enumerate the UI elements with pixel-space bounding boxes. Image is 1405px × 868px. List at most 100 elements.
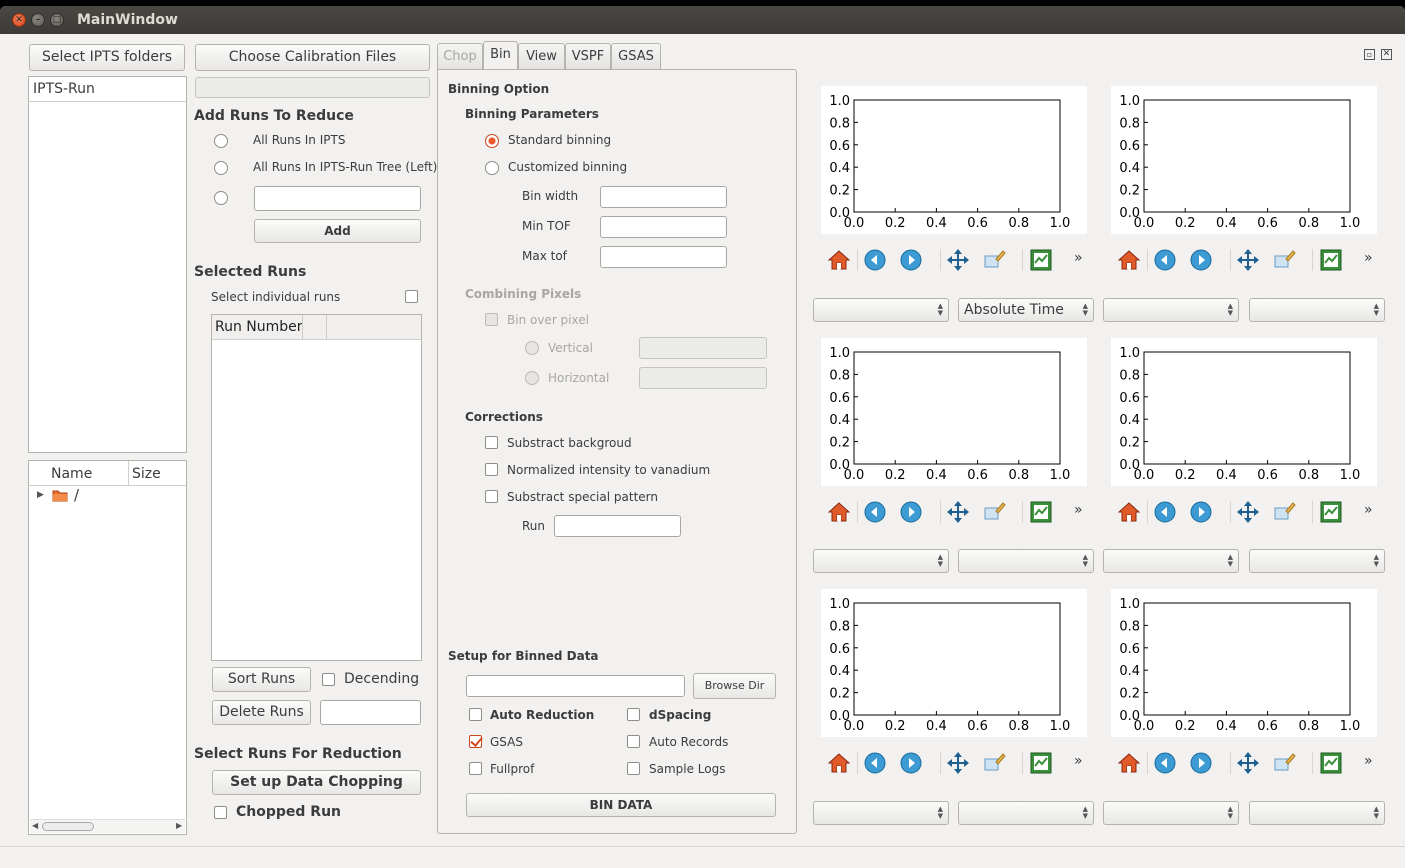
close-window-button[interactable]: ✕ [12, 13, 26, 27]
radio-all-ipts[interactable] [214, 134, 228, 148]
setup-chopping-button[interactable]: Set up Data Chopping [212, 770, 421, 795]
selected-runs-table[interactable]: Run Number [211, 314, 422, 661]
radio-customized-binning[interactable] [485, 161, 499, 175]
back-icon[interactable] [1153, 500, 1177, 524]
home-icon[interactable] [1117, 500, 1141, 524]
delete-runs-input[interactable] [320, 700, 421, 725]
radio-run-input[interactable] [214, 191, 228, 205]
tab-vspf[interactable]: VSPF [565, 43, 611, 70]
forward-icon[interactable] [899, 248, 923, 272]
pan-icon[interactable] [946, 248, 970, 272]
sort-runs-button[interactable]: Sort Runs [212, 667, 311, 692]
save-figure-icon[interactable] [1029, 751, 1053, 775]
plot-select-1-1[interactable]: ▲ ▼ [813, 298, 949, 322]
browse-dir-button[interactable]: Browse Dir [693, 673, 776, 699]
fs-root-item[interactable]: / [74, 486, 79, 504]
zoom-icon[interactable] [1272, 500, 1296, 524]
pan-icon[interactable] [1236, 500, 1260, 524]
back-icon[interactable] [1153, 751, 1177, 775]
pan-icon[interactable] [946, 751, 970, 775]
norm-van-checkbox[interactable] [485, 463, 498, 476]
plot-select-2-3[interactable]: ▲ ▼ [1103, 549, 1239, 573]
save-figure-icon[interactable] [1319, 751, 1343, 775]
save-figure-icon[interactable] [1319, 500, 1343, 524]
home-icon[interactable] [1117, 248, 1141, 272]
scroll-left-icon[interactable]: ◀ [32, 821, 38, 830]
plot-select-1-4[interactable]: ▲ ▼ [1249, 298, 1385, 322]
forward-icon[interactable] [1189, 248, 1213, 272]
tab-view[interactable]: View [518, 43, 565, 70]
bin-width-input[interactable] [600, 186, 727, 208]
auto-records-checkbox[interactable] [627, 735, 640, 748]
auto-reduction-checkbox[interactable] [469, 708, 482, 721]
home-icon[interactable] [827, 248, 851, 272]
zoom-icon[interactable] [982, 500, 1006, 524]
plot-select-2-1[interactable]: ▲ ▼ [813, 549, 949, 573]
back-icon[interactable] [863, 500, 887, 524]
float-panel-icon[interactable]: ▫ [1364, 49, 1375, 60]
tab-bin[interactable]: Bin [483, 41, 518, 70]
save-figure-icon[interactable] [1319, 248, 1343, 272]
pan-icon[interactable] [1236, 248, 1260, 272]
radio-all-tree[interactable] [214, 161, 228, 175]
min-tof-input[interactable] [600, 216, 727, 238]
pan-icon[interactable] [946, 500, 970, 524]
minimize-window-button[interactable]: – [31, 13, 45, 27]
ipts-run-tree[interactable]: IPTS-Run [28, 76, 187, 453]
fs-name-column[interactable]: Name [51, 466, 92, 482]
plot-canvas-2[interactable]: 1.0 0.8 0.6 0.4 0.2 0.0 0.0 0.2 0.4 0.6 0.8 1.0 [1111, 86, 1377, 234]
zoom-icon[interactable] [1272, 751, 1296, 775]
gsas-checkbox[interactable] [469, 735, 482, 748]
pan-icon[interactable] [1236, 751, 1260, 775]
zoom-icon[interactable] [1272, 248, 1296, 272]
plot-canvas-1[interactable]: 1.0 0.8 0.6 0.4 0.2 0.0 0.0 0.2 0.4 0.6 0.8 1.0 [821, 86, 1087, 234]
max-tof-input[interactable] [600, 246, 727, 268]
plot-select-2-2[interactable]: ▲ ▼ [958, 549, 1094, 573]
forward-icon[interactable] [1189, 500, 1213, 524]
plot-canvas-4[interactable]: 1.0 0.8 0.6 0.4 0.2 0.0 0.0 0.2 0.4 0.6 0.8 1.0 [1111, 338, 1377, 486]
plot-select-1-3[interactable]: ▲ ▼ [1103, 298, 1239, 322]
toolbar-more-icon[interactable]: » [1074, 753, 1083, 769]
expand-arrow-icon[interactable]: ▶ [37, 490, 44, 500]
plot-select-3-2[interactable]: ▲ ▼ [958, 801, 1094, 825]
ipts-run-header[interactable]: IPTS-Run [29, 77, 186, 102]
horizontal-scrollbar[interactable]: ◀ ▶ [30, 819, 185, 833]
chopped-run-checkbox[interactable] [214, 806, 227, 819]
back-icon[interactable] [863, 751, 887, 775]
select-ipts-button[interactable]: Select IPTS folders [29, 44, 185, 71]
plot-select-3-4[interactable]: ▲ ▼ [1249, 801, 1385, 825]
add-button[interactable]: Add [254, 219, 421, 243]
toolbar-more-icon[interactable]: » [1364, 502, 1373, 518]
plot-canvas-6[interactable]: 1.0 0.8 0.6 0.4 0.2 0.0 0.0 0.2 0.4 0.6 0.8 1.0 [1111, 589, 1377, 737]
maximize-window-button[interactable]: □ [50, 13, 64, 27]
forward-icon[interactable] [1189, 751, 1213, 775]
dspacing-checkbox[interactable] [627, 708, 640, 721]
plot-select-3-3[interactable]: ▲ ▼ [1103, 801, 1239, 825]
scrollbar-thumb[interactable] [42, 822, 94, 831]
close-panel-icon[interactable]: ✕ [1381, 49, 1392, 60]
forward-icon[interactable] [899, 751, 923, 775]
tab-chop[interactable]: Chop [437, 43, 483, 70]
choose-calibration-button[interactable]: Choose Calibration Files [195, 44, 430, 71]
sub-special-checkbox[interactable] [485, 490, 498, 503]
sample-logs-checkbox[interactable] [627, 762, 640, 775]
forward-icon[interactable] [899, 500, 923, 524]
delete-runs-button[interactable]: Delete Runs [212, 700, 311, 725]
special-run-input[interactable] [554, 515, 681, 537]
bin-data-button[interactable]: BIN DATA [466, 793, 776, 817]
run-number-column[interactable]: Run Number [215, 319, 303, 335]
decending-checkbox[interactable] [322, 673, 335, 686]
back-icon[interactable] [863, 248, 887, 272]
zoom-icon[interactable] [982, 248, 1006, 272]
back-icon[interactable] [1153, 248, 1177, 272]
file-system-tree[interactable]: Name Size ▶ / ◀ ▶ [28, 460, 187, 835]
radio-standard-binning[interactable] [485, 134, 499, 148]
toolbar-more-icon[interactable]: » [1074, 502, 1083, 518]
plot-select-2-4[interactable]: ▲ ▼ [1249, 549, 1385, 573]
toolbar-more-icon[interactable]: » [1364, 753, 1373, 769]
toolbar-more-icon[interactable]: » [1364, 250, 1373, 266]
home-icon[interactable] [827, 500, 851, 524]
binned-dir-input[interactable] [466, 675, 685, 697]
home-icon[interactable] [827, 751, 851, 775]
plot-canvas-5[interactable]: 1.0 0.8 0.6 0.4 0.2 0.0 0.0 0.2 0.4 0.6 0.8 1.0 [821, 589, 1087, 737]
